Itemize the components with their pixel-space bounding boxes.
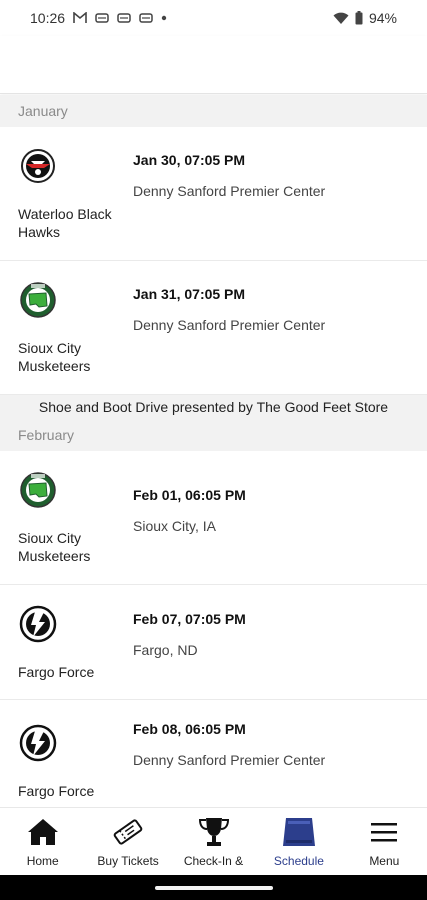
- notification-icon: [139, 12, 153, 24]
- nav-home[interactable]: Home: [0, 808, 85, 875]
- home-gesture-handle[interactable]: [155, 886, 273, 890]
- gmail-icon: [73, 12, 87, 24]
- more-notifications-dot-icon: [161, 15, 167, 21]
- game-date-time: Jan 31, 07:05 PM: [133, 286, 246, 302]
- fargo-force-logo: [18, 723, 58, 763]
- game-venue: Denny Sanford Premier Center: [133, 183, 326, 199]
- sioux-city-musketeers-logo: [18, 280, 58, 320]
- nav-label: Buy Tickets: [97, 854, 159, 868]
- nav-label: Check-In &: [183, 854, 244, 868]
- app-header: [0, 36, 427, 94]
- opponent-name: Sioux City Musketeers: [18, 340, 91, 374]
- month-header: February: [0, 419, 427, 451]
- nav-menu[interactable]: Menu: [342, 808, 427, 875]
- game-date-time: Feb 08, 06:05 PM: [133, 721, 246, 737]
- opponent-name: Fargo Force: [18, 664, 95, 680]
- status-bar: 10:26 94%: [0, 0, 427, 36]
- nav-check-in[interactable]: Check-In &: [171, 808, 256, 875]
- opponent-name: Waterloo Black Hawks: [18, 206, 112, 240]
- game-row[interactable]: Fargo Force Feb 07, 07:05 PM Fargo, ND: [0, 585, 427, 700]
- battery-percent: 94%: [368, 10, 397, 26]
- schedule-icon: [282, 816, 316, 848]
- schedule-list[interactable]: January Waterloo Black Hawks Jan 30, 07:…: [0, 95, 427, 807]
- ticket-icon: [111, 816, 145, 848]
- month-header: January: [0, 95, 427, 127]
- nav-label: Schedule: [273, 854, 324, 868]
- home-icon: [26, 816, 60, 848]
- bottom-navigation: Home Buy Tickets Check-In & Schedule Men…: [0, 807, 427, 875]
- opponent-name: Fargo Force: [18, 783, 95, 799]
- game-row[interactable]: Waterloo Black Hawks Jan 30, 07:05 PM De…: [0, 127, 427, 261]
- opponent-name: Sioux City Musketeers: [18, 530, 91, 564]
- wifi-icon: [333, 11, 349, 25]
- game-venue: Sioux City, IA: [133, 518, 216, 534]
- game-date-time: Feb 01, 06:05 PM: [133, 487, 246, 503]
- game-venue: Fargo, ND: [133, 642, 198, 658]
- game-row[interactable]: Sioux City Musketeers Jan 31, 07:05 PM D…: [0, 261, 427, 395]
- sioux-city-musketeers-logo: [18, 470, 58, 510]
- game-date-time: Feb 07, 07:05 PM: [133, 611, 246, 627]
- game-date-time: Jan 30, 07:05 PM: [133, 152, 246, 168]
- nav-label: Menu: [369, 854, 400, 868]
- battery-icon: [355, 11, 363, 25]
- notification-icon: [95, 12, 109, 24]
- waterloo-black-hawks-logo: [18, 146, 58, 186]
- system-navigation-bar: [0, 875, 427, 900]
- game-venue: Denny Sanford Premier Center: [133, 317, 326, 333]
- status-time: 10:26: [30, 10, 66, 26]
- game-venue: Denny Sanford Premier Center: [133, 752, 326, 768]
- nav-buy-tickets[interactable]: Buy Tickets: [85, 808, 170, 875]
- game-row[interactable]: Fargo Force Feb 08, 06:05 PM Denny Sanfo…: [0, 700, 427, 807]
- trophy-icon: [197, 816, 231, 848]
- menu-icon: [367, 816, 401, 848]
- nav-label: Home: [26, 854, 59, 868]
- notification-icon: [117, 12, 131, 24]
- fargo-force-logo: [18, 604, 58, 644]
- promo-banner[interactable]: Shoe and Boot Drive presented by The Goo…: [0, 395, 427, 419]
- nav-schedule[interactable]: Schedule: [256, 808, 341, 875]
- game-row[interactable]: Sioux City Musketeers Feb 01, 06:05 PM S…: [0, 451, 427, 585]
